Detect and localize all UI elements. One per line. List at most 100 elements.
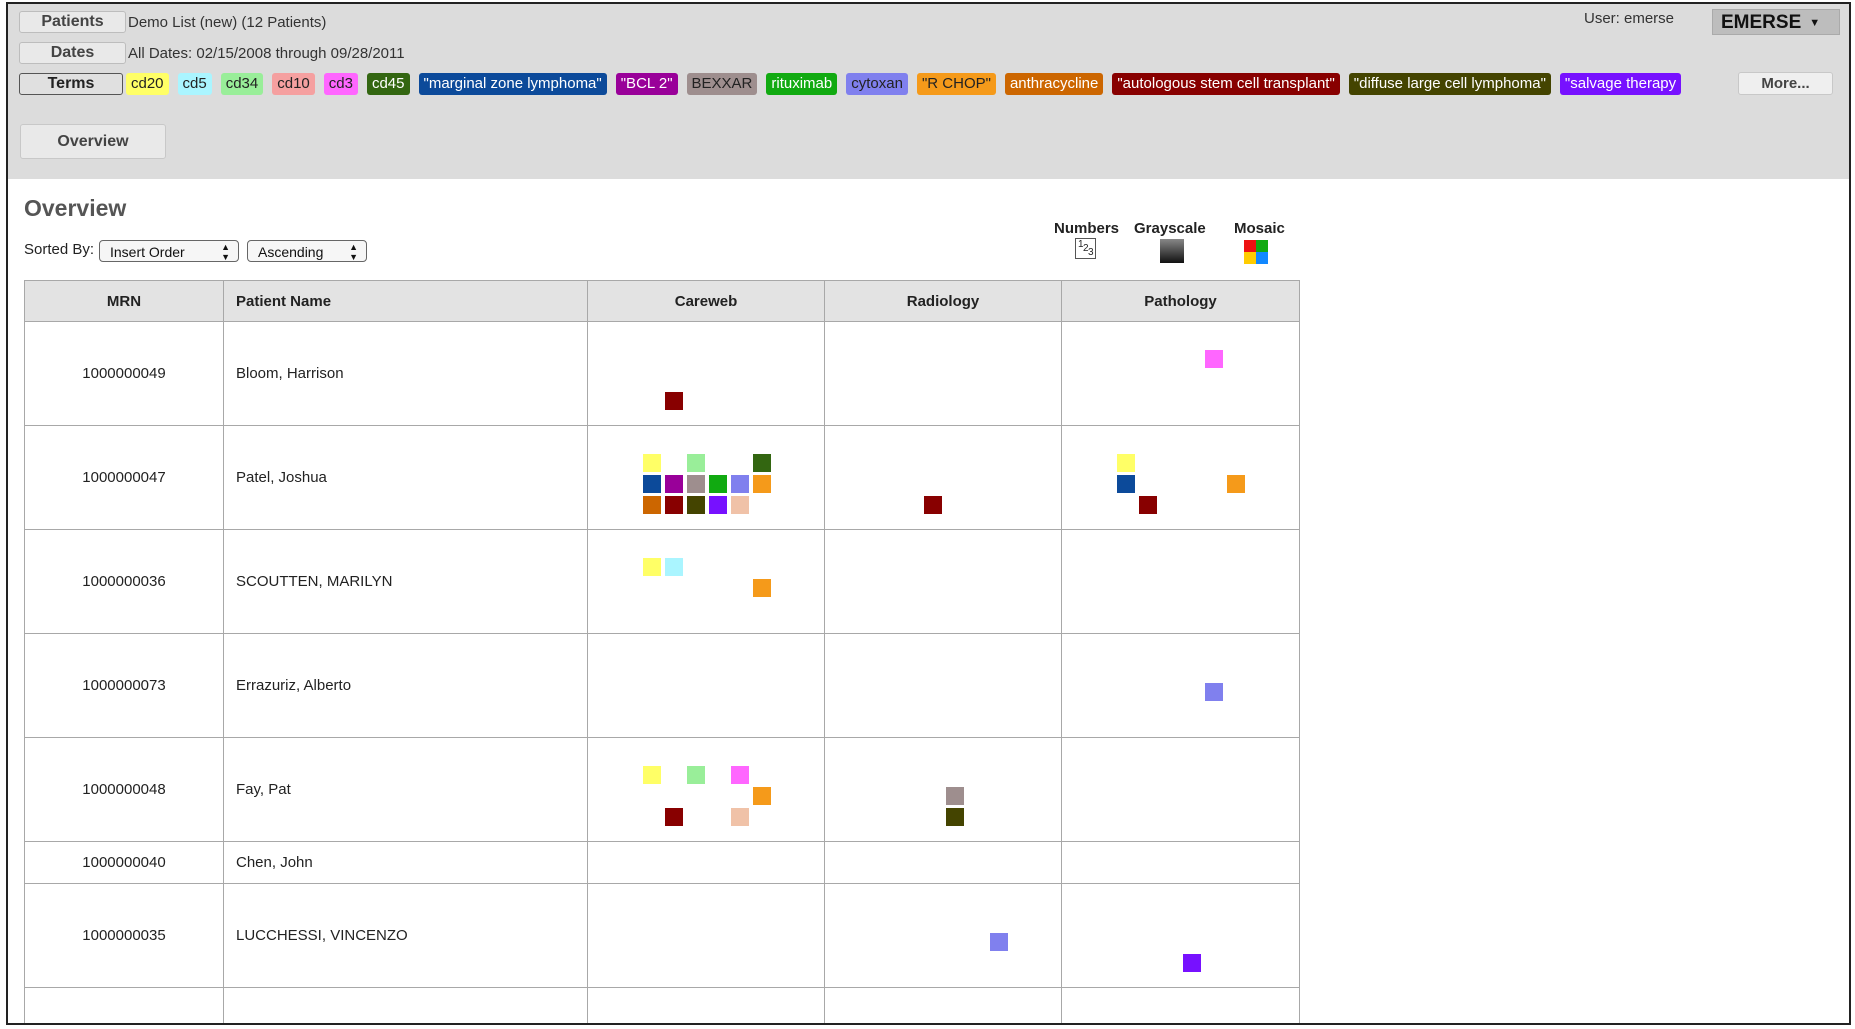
term-hit-marker[interactable] xyxy=(643,496,661,514)
term-hit-marker[interactable] xyxy=(1183,954,1201,972)
term-hit-marker[interactable] xyxy=(731,475,749,493)
patient-name-cell[interactable]: Patel, Joshua xyxy=(223,425,588,530)
numbers-view-icon[interactable]: 1 2 3 xyxy=(1075,238,1096,259)
term-hit-marker[interactable] xyxy=(753,579,771,597)
term-chip[interactable]: "salvage therapy xyxy=(1559,73,1682,95)
term-chip[interactable]: "R CHOP" xyxy=(916,73,996,95)
term-chip[interactable]: cd5 xyxy=(177,73,212,95)
dates-button[interactable]: Dates xyxy=(19,42,126,64)
term-hit-marker[interactable] xyxy=(1205,350,1223,368)
patient-name-cell[interactable]: SCOUTTEN, MARILYN xyxy=(223,529,588,634)
term-chip[interactable]: cd34 xyxy=(220,73,264,95)
term-chip[interactable]: "autologous stem cell transplant" xyxy=(1112,73,1340,95)
term-hit-marker[interactable] xyxy=(946,787,964,805)
caret-down-icon: ▼ xyxy=(1809,17,1821,29)
patient-name-cell[interactable]: Fay, Pat xyxy=(223,737,588,842)
term-hit-marker[interactable] xyxy=(665,558,683,576)
table-row[interactable] xyxy=(24,987,1300,1023)
term-chip[interactable]: cd10 xyxy=(272,73,315,95)
patient-name-cell[interactable]: Errazuriz, Alberto xyxy=(223,633,588,738)
term-chip[interactable]: cd3 xyxy=(323,73,358,95)
table-row[interactable]: 1000000049 Bloom, Harrison xyxy=(24,321,1300,426)
term-hit-marker[interactable] xyxy=(665,475,683,493)
sort-field-select[interactable]: Insert Order ▲ ▼ xyxy=(99,240,239,262)
careweb-cell xyxy=(587,321,825,426)
table-row[interactable]: 1000000036 SCOUTTEN, MARILYN xyxy=(24,529,1300,634)
term-chip[interactable]: BEXXAR xyxy=(686,73,758,95)
column-header-patient-name[interactable]: Patient Name xyxy=(223,280,588,322)
table-row[interactable]: 1000000040 Chen, John xyxy=(24,841,1300,884)
term-hit-marker[interactable] xyxy=(665,808,683,826)
term-hit-marker[interactable] xyxy=(709,475,727,493)
patient-name-cell[interactable]: Chen, John xyxy=(223,841,588,884)
emerse-menu-label: EMERSE xyxy=(1721,12,1802,34)
term-hit-marker[interactable] xyxy=(1205,683,1223,701)
term-hit-marker[interactable] xyxy=(687,496,705,514)
term-chip[interactable]: cytoxan xyxy=(846,73,908,95)
term-hit-marker[interactable] xyxy=(687,454,705,472)
term-hit-marker[interactable] xyxy=(643,454,661,472)
column-header-radiology[interactable]: Radiology xyxy=(824,280,1062,322)
column-header-pathology[interactable]: Pathology xyxy=(1061,280,1300,322)
mosaic-view-icon[interactable] xyxy=(1244,240,1268,264)
column-header-careweb[interactable]: Careweb xyxy=(587,280,825,322)
term-chip[interactable]: cd20 xyxy=(126,73,169,95)
term-hit-marker[interactable] xyxy=(687,475,705,493)
term-hit-marker[interactable] xyxy=(643,558,661,576)
patient-name-cell[interactable] xyxy=(223,987,588,1023)
term-chip[interactable]: "diffuse large cell lymphoma" xyxy=(1348,73,1551,95)
term-hit-marker[interactable] xyxy=(665,392,683,410)
grayscale-view-icon[interactable] xyxy=(1160,239,1184,263)
term-hit-marker[interactable] xyxy=(1139,496,1157,514)
term-hit-marker[interactable] xyxy=(753,475,771,493)
careweb-cell xyxy=(587,633,825,738)
careweb-cell xyxy=(587,425,825,530)
patients-button[interactable]: Patients xyxy=(19,11,126,33)
term-hit-marker[interactable] xyxy=(643,766,661,784)
terms-button[interactable]: Terms xyxy=(19,73,123,95)
page-title: Overview xyxy=(24,195,127,221)
term-hit-marker[interactable] xyxy=(709,496,727,514)
radiology-cell xyxy=(824,883,1062,988)
term-hit-marker[interactable] xyxy=(731,766,749,784)
table-row[interactable]: 1000000035 LUCCHESSI, VINCENZO xyxy=(24,883,1300,988)
pathology-cell xyxy=(1061,425,1300,530)
term-hit-marker[interactable] xyxy=(924,496,942,514)
term-hit-marker[interactable] xyxy=(946,808,964,826)
term-hit-marker[interactable] xyxy=(665,496,683,514)
term-hit-marker[interactable] xyxy=(1117,475,1135,493)
term-chip[interactable]: "BCL 2" xyxy=(615,73,678,95)
term-chip[interactable]: rituximab xyxy=(766,73,838,95)
term-chip-list: cd20 cd5 cd34 cd10 cd3 cd45 "marginal zone lym… xyxy=(126,73,1738,99)
term-hit-marker[interactable] xyxy=(1227,475,1245,493)
table-row[interactable]: 1000000073 Errazuriz, Alberto xyxy=(24,633,1300,738)
term-hit-marker[interactable] xyxy=(687,766,705,784)
term-hit-marker[interactable] xyxy=(643,475,661,493)
user-label: User: emerse xyxy=(1584,10,1675,27)
select-arrows-icon: ▲ ▼ xyxy=(349,242,358,262)
mrn-cell: 1000000036 xyxy=(24,529,224,634)
term-hit-marker[interactable] xyxy=(1117,454,1135,472)
view-mode-mosaic-label: Mosaic xyxy=(1234,220,1285,237)
term-hit-marker[interactable] xyxy=(753,454,771,472)
term-hit-marker[interactable] xyxy=(990,933,1008,951)
term-chip[interactable]: "marginal zone lymphoma" xyxy=(418,73,607,95)
emerse-menu-button[interactable]: EMERSE ▼ xyxy=(1712,9,1840,35)
patients-summary: Demo List (new) (12 Patients) xyxy=(128,14,327,31)
more-terms-button[interactable]: More... xyxy=(1738,72,1833,95)
term-hit-marker[interactable] xyxy=(731,808,749,826)
patient-name-cell[interactable]: Bloom, Harrison xyxy=(223,321,588,426)
term-chip[interactable]: cd45 xyxy=(366,73,410,95)
term-chip[interactable]: anthracycline xyxy=(1004,73,1104,95)
table-row[interactable]: 1000000048 Fay, Pat xyxy=(24,737,1300,842)
sort-order-select[interactable]: Ascending ▲ ▼ xyxy=(247,240,367,262)
term-hit-marker[interactable] xyxy=(731,496,749,514)
patient-name-cell[interactable]: LUCCHESSI, VINCENZO xyxy=(223,883,588,988)
tab-overview[interactable]: Overview xyxy=(20,124,166,159)
careweb-cell xyxy=(587,883,825,988)
term-hit-marker[interactable] xyxy=(753,787,771,805)
column-header-mrn[interactable]: MRN xyxy=(24,280,224,322)
table-row[interactable]: 1000000047 Patel, Joshua xyxy=(24,425,1300,530)
radiology-cell xyxy=(824,425,1062,530)
mrn-cell: 1000000047 xyxy=(24,425,224,530)
